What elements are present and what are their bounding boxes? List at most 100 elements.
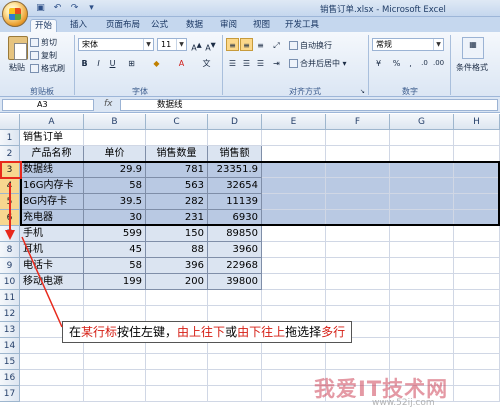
cell-b16[interactable]: [84, 370, 146, 386]
cell-a3[interactable]: 数据线: [20, 162, 84, 178]
cell-e5[interactable]: [262, 194, 326, 210]
border-icon[interactable]: ⊞: [125, 56, 138, 69]
cell-g12[interactable]: [390, 306, 454, 322]
fx-icon[interactable]: fx: [104, 99, 113, 109]
cell-d9[interactable]: 22968: [208, 258, 262, 274]
row-header-8[interactable]: 8: [0, 242, 20, 258]
cell-h8[interactable]: [454, 242, 500, 258]
cell-h11[interactable]: [454, 290, 500, 306]
cell-c16[interactable]: [146, 370, 208, 386]
cell-b3[interactable]: 29.9: [84, 162, 146, 178]
row-header-5[interactable]: 5: [0, 194, 20, 210]
cell-a9[interactable]: 电话卡: [20, 258, 84, 274]
underline-icon[interactable]: U: [106, 56, 119, 69]
cell-f15[interactable]: [326, 354, 390, 370]
cell-b4[interactable]: 58: [84, 178, 146, 194]
row-header-7[interactable]: 7: [0, 226, 20, 242]
cell-e6[interactable]: [262, 210, 326, 226]
cell-d2[interactable]: 销售额: [208, 146, 262, 162]
align-top-icon[interactable]: ≡: [226, 38, 239, 51]
cell-g14[interactable]: [390, 338, 454, 354]
cell-d16[interactable]: [208, 370, 262, 386]
cell-f8[interactable]: [326, 242, 390, 258]
cell-b15[interactable]: [84, 354, 146, 370]
cell-c15[interactable]: [146, 354, 208, 370]
align-bottom-icon[interactable]: ≡: [254, 38, 267, 51]
cell-g9[interactable]: [390, 258, 454, 274]
cell-g3[interactable]: [390, 162, 454, 178]
indent-icon[interactable]: ⇥: [270, 56, 283, 69]
cell-d12[interactable]: [208, 306, 262, 322]
cell-b2[interactable]: 单价: [84, 146, 146, 162]
font-name-combo[interactable]: 宋体 ▼: [78, 38, 154, 51]
cell-e10[interactable]: [262, 274, 326, 290]
dropdown-icon[interactable]: ▾: [85, 2, 98, 14]
tab-home[interactable]: 开始: [30, 19, 58, 32]
column-header-c[interactable]: C: [146, 114, 208, 130]
cell-e12[interactable]: [262, 306, 326, 322]
cell-b5[interactable]: 39.5: [84, 194, 146, 210]
currency-icon[interactable]: ¥: [372, 56, 385, 69]
cell-f9[interactable]: [326, 258, 390, 274]
cell-b12[interactable]: [84, 306, 146, 322]
increase-decimal-icon[interactable]: .0: [418, 56, 431, 69]
cell-c7[interactable]: 150: [146, 226, 208, 242]
font-size-combo[interactable]: 11 ▼: [157, 38, 187, 51]
tab-developer[interactable]: 开发工具: [281, 19, 323, 32]
cell-b10[interactable]: 199: [84, 274, 146, 290]
number-format-combo[interactable]: 常规 ▼: [372, 38, 444, 51]
font-color-icon[interactable]: A: [175, 56, 188, 69]
save-icon[interactable]: ▣: [34, 2, 47, 14]
cell-a4[interactable]: 16G内存卡: [20, 178, 84, 194]
cell-c3[interactable]: 781: [146, 162, 208, 178]
worksheet-grid[interactable]: A B C D E F G H 1 销售订单 2 产品名称 单价 销售数量 销售额 3 数据线 29.9 781 23…: [0, 114, 500, 413]
cell-g10[interactable]: [390, 274, 454, 290]
cell-h6[interactable]: [454, 210, 500, 226]
align-middle-icon[interactable]: ≡: [240, 38, 253, 51]
cell-e2[interactable]: [262, 146, 326, 162]
cell-f11[interactable]: [326, 290, 390, 306]
cell-h15[interactable]: [454, 354, 500, 370]
cell-c2[interactable]: 销售数量: [146, 146, 208, 162]
cell-e9[interactable]: [262, 258, 326, 274]
conditional-format-button[interactable]: 条件格式: [456, 62, 488, 73]
cell-h14[interactable]: [454, 338, 500, 354]
percent-icon[interactable]: %: [390, 56, 403, 69]
grow-font-icon[interactable]: A▲: [190, 38, 203, 53]
cell-a15[interactable]: [20, 354, 84, 370]
cell-f5[interactable]: [326, 194, 390, 210]
column-header-b[interactable]: B: [84, 114, 146, 130]
wrap-text-button[interactable]: 自动换行: [289, 40, 332, 51]
tab-review[interactable]: 审阅: [216, 19, 241, 32]
cell-c11[interactable]: [146, 290, 208, 306]
cell-c12[interactable]: [146, 306, 208, 322]
cell-d1[interactable]: [208, 130, 262, 146]
cell-a6[interactable]: 充电器: [20, 210, 84, 226]
cell-b7[interactable]: 599: [84, 226, 146, 242]
format-painter-button[interactable]: 格式刷: [30, 63, 65, 74]
formula-input[interactable]: 数据线: [120, 99, 498, 111]
cut-button[interactable]: 剪切: [30, 37, 57, 48]
cell-g2[interactable]: [390, 146, 454, 162]
italic-icon[interactable]: I: [92, 56, 105, 69]
cell-h7[interactable]: [454, 226, 500, 242]
column-header-e[interactable]: E: [262, 114, 326, 130]
cell-g15[interactable]: [390, 354, 454, 370]
row-header-9[interactable]: 9: [0, 258, 20, 274]
shrink-font-icon[interactable]: A▼: [204, 38, 217, 53]
cell-a11[interactable]: [20, 290, 84, 306]
cell-c4[interactable]: 563: [146, 178, 208, 194]
cell-b1[interactable]: [84, 130, 146, 146]
cell-c9[interactable]: 396: [146, 258, 208, 274]
tab-insert[interactable]: 插入: [66, 19, 91, 32]
cell-f6[interactable]: [326, 210, 390, 226]
cell-e8[interactable]: [262, 242, 326, 258]
cell-g1[interactable]: [390, 130, 454, 146]
align-right-icon[interactable]: ☰: [254, 56, 267, 69]
copy-button[interactable]: 复制: [30, 50, 57, 61]
align-left-icon[interactable]: ☰: [226, 56, 239, 69]
tab-data[interactable]: 数据: [182, 19, 207, 32]
cell-e3[interactable]: [262, 162, 326, 178]
column-header-a[interactable]: A: [20, 114, 84, 130]
cell-a17[interactable]: [20, 386, 84, 402]
